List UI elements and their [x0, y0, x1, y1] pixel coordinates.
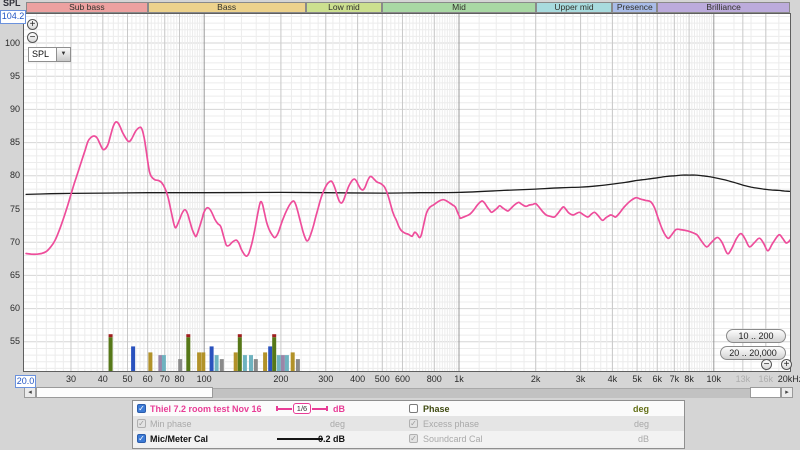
measurement-unit: dB — [333, 404, 345, 414]
y-axis-cursor-value[interactable]: 104.2 — [0, 10, 26, 24]
excess-phase-label: Excess phase — [423, 419, 480, 429]
x-axis-label: 200 — [273, 374, 289, 384]
x-axis-label: 20kHz — [777, 374, 800, 384]
room-mode-bar — [108, 337, 113, 371]
room-mode-bar — [284, 355, 289, 371]
phase-unit: deg — [632, 404, 649, 414]
y-axis-label: 70 — [9, 236, 20, 247]
min-phase-unit: deg — [329, 419, 345, 429]
soundcard-cal-unit: dB — [637, 434, 649, 444]
y-axis-label: 60 — [9, 303, 20, 314]
x-axis-label: 2k — [530, 374, 541, 384]
measurement-label[interactable]: Thiel 7.2 room test Nov 16 — [150, 404, 262, 414]
room-mode-bar — [249, 355, 253, 371]
axis-variable-dropdown[interactable]: SPL ▼ — [28, 47, 71, 62]
room-mode-bar-cap — [272, 334, 277, 338]
y-axis-label: 85 — [9, 137, 20, 148]
horizontal-scrollbar[interactable]: ◂ ▸ — [24, 387, 793, 398]
legend-row-min-phase: Min phase deg Excess phase deg — [133, 416, 684, 431]
y-axis-label: 80 — [9, 170, 20, 181]
phase-label[interactable]: Phase — [423, 404, 450, 414]
legend-row-measurement: Thiel 7.2 room test Nov 16 1/6 dB Phase … — [133, 401, 684, 416]
y-axis-label: 75 — [9, 203, 20, 214]
zoom-out-x-button[interactable]: − — [761, 359, 772, 370]
band-header-brilliance: Brilliance — [657, 2, 790, 13]
y-axis-label: 95 — [9, 70, 20, 81]
room-mode-bar-cap — [186, 334, 191, 338]
room-mode-bar — [201, 352, 206, 371]
room-mode-bar — [214, 355, 219, 371]
room-mode-bar — [158, 355, 163, 371]
mic-meter-cal-label[interactable]: Mic/Meter Cal — [150, 434, 208, 444]
y-axis-label: 100 — [4, 37, 20, 48]
chevron-down-icon[interactable]: ▼ — [56, 48, 70, 61]
room-mode-bar — [237, 337, 242, 371]
zoom-in-y-button[interactable]: + — [27, 19, 38, 30]
room-mode-bar — [233, 352, 238, 371]
mic-meter-cal-checkbox[interactable] — [137, 434, 146, 443]
band-header-mid: Mid — [382, 2, 536, 13]
y-axis-label: 65 — [9, 269, 20, 280]
x-axis-label: 1k — [454, 374, 464, 384]
plot-area[interactable] — [23, 13, 791, 372]
band-header-low-mid: Low mid — [305, 2, 383, 13]
soundcard-cal-label: Soundcard Cal — [423, 434, 483, 444]
x-axis-cursor-value[interactable]: 20.0 — [15, 375, 36, 388]
room-mode-bar — [178, 359, 183, 371]
room-mode-bar — [253, 359, 258, 371]
legend-panel: Thiel 7.2 room test Nov 16 1/6 dB Phase … — [132, 400, 685, 449]
min-phase-checkbox — [137, 419, 146, 428]
room-mode-bar — [186, 337, 191, 371]
y-axis-label: 55 — [9, 336, 20, 347]
room-mode-bar — [148, 352, 153, 371]
room-mode-bar — [131, 346, 136, 371]
room-mode-bar — [242, 355, 247, 371]
mic-meter-cal-offset: -0.2 dB — [314, 434, 345, 444]
scroll-right-arrow-icon[interactable]: ▸ — [781, 387, 793, 398]
room-mode-bar — [209, 346, 214, 371]
trace-mic-meter-cal — [25, 174, 790, 196]
scrollbar-track[interactable] — [213, 388, 750, 398]
y-axis-label: 90 — [9, 103, 20, 114]
spl-chart — [24, 14, 790, 371]
excess-phase-unit: deg — [633, 419, 649, 429]
scrollbar-thumb[interactable] — [36, 387, 213, 398]
band-header-presence: Presence — [612, 2, 658, 13]
range-10-200-button[interactable]: 10 .. 200 — [726, 329, 786, 343]
room-mode-bar-cap — [237, 334, 242, 338]
room-mode-bar — [161, 355, 166, 371]
soundcard-cal-checkbox — [409, 434, 418, 443]
range-20-20000-button[interactable]: 20 .. 20,000 — [720, 346, 786, 360]
zoom-out-y-button[interactable]: − — [27, 32, 38, 43]
room-mode-bar — [272, 337, 277, 371]
legend-row-mic-meter-cal: Mic/Meter Cal -0.2 dB Soundcard Cal dB — [133, 431, 684, 446]
excess-phase-checkbox — [409, 419, 418, 428]
frequency-band-strip: Sub bass Bass Low mid Mid Upper mid Presence B… — [0, 2, 800, 13]
zoom-in-x-button[interactable]: + — [781, 359, 792, 370]
min-phase-label: Min phase — [150, 419, 192, 429]
rew-spl-graph-window: { "bands": [ {"label":"Sub bass","f1":20… — [0, 0, 800, 450]
scrollbar-corner-box — [750, 387, 781, 398]
room-mode-bar — [197, 352, 202, 371]
scroll-left-arrow-icon[interactable]: ◂ — [24, 387, 36, 398]
room-mode-bar — [263, 352, 268, 371]
room-mode-bar — [276, 355, 281, 371]
band-header-bass: Bass — [147, 2, 306, 13]
band-header-upper-mid: Upper mid — [535, 2, 613, 13]
room-mode-bar — [219, 359, 224, 371]
room-mode-bar — [295, 359, 300, 371]
band-header-sub-bass: Sub bass — [26, 2, 148, 13]
measurement-checkbox[interactable] — [137, 404, 146, 413]
room-mode-bar — [268, 346, 273, 371]
x-axis-label: 100 — [196, 374, 212, 384]
room-mode-bar — [290, 352, 295, 371]
y-axis-title: SPL — [3, 0, 21, 8]
phase-checkbox[interactable] — [409, 404, 418, 413]
room-mode-bar-cap — [108, 334, 113, 338]
axis-variable-value: SPL — [32, 49, 50, 59]
room-mode-bar — [280, 355, 285, 371]
